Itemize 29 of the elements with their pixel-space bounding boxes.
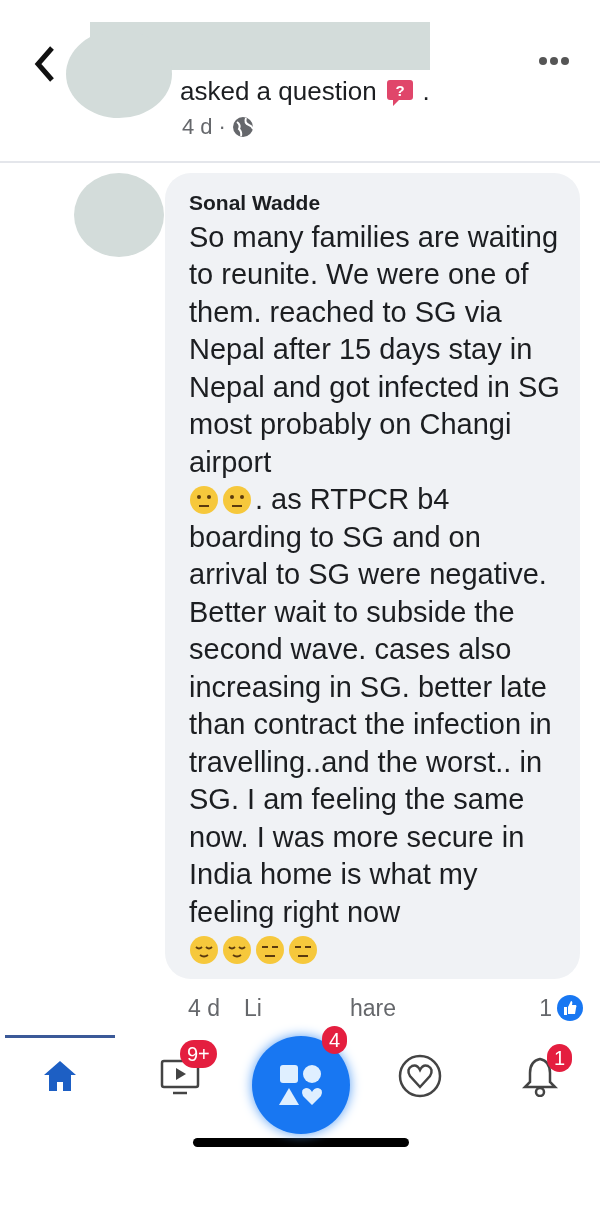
notification-badge: 4 bbox=[322, 1025, 348, 1054]
relieved-face-icon bbox=[189, 935, 219, 965]
notification-badge: 9+ bbox=[180, 1039, 217, 1068]
neutral-face-icon bbox=[222, 484, 252, 515]
neutral-face-icon bbox=[189, 484, 219, 515]
comment-text: . as RTPCR b4 bbox=[255, 482, 450, 517]
notification-badge: 1 bbox=[547, 1043, 573, 1072]
separator-dot: · bbox=[218, 113, 226, 141]
globe-icon bbox=[231, 115, 254, 138]
shapes-icon bbox=[278, 1062, 324, 1107]
comment-time: 4 d bbox=[188, 994, 220, 1023]
share-link[interactable]: hare bbox=[349, 991, 396, 1026]
period-text: . bbox=[422, 75, 430, 108]
expressionless-face-icon bbox=[288, 935, 318, 965]
tab-button[interactable]: 1 bbox=[485, 1034, 595, 1115]
back-icon[interactable] bbox=[32, 44, 56, 84]
like-icon bbox=[556, 994, 584, 1023]
expressionless-face-icon bbox=[255, 935, 285, 965]
relieved-face-icon bbox=[222, 935, 252, 965]
post-time: 4 d bbox=[182, 113, 213, 141]
create-button[interactable] bbox=[252, 1035, 350, 1134]
author-name[interactable]: Sonal Wadde bbox=[189, 187, 566, 219]
comment-text: boarding to SG and on arrival to SG were negative. Better wait to subside the second wave. cases also increasing in SG. better late than contract the infection in travelling..and the worst.. in SG. I am feeling the same now. I was more secure in India home is what my feeling right now bbox=[189, 519, 553, 930]
more-icon[interactable] bbox=[538, 56, 570, 66]
action-text: asked a question bbox=[180, 75, 377, 108]
like-link[interactable]: Li bbox=[244, 991, 262, 1026]
comment-text: So many families are waiting to reunite. We were one of them. reached to SG via Nepal after 15 days stay in Nepal and got infected in SG most probably on Changi airport bbox=[189, 219, 561, 480]
tab-button[interactable]: 9+ bbox=[125, 1034, 235, 1115]
reaction-count: 1 bbox=[539, 994, 552, 1023]
